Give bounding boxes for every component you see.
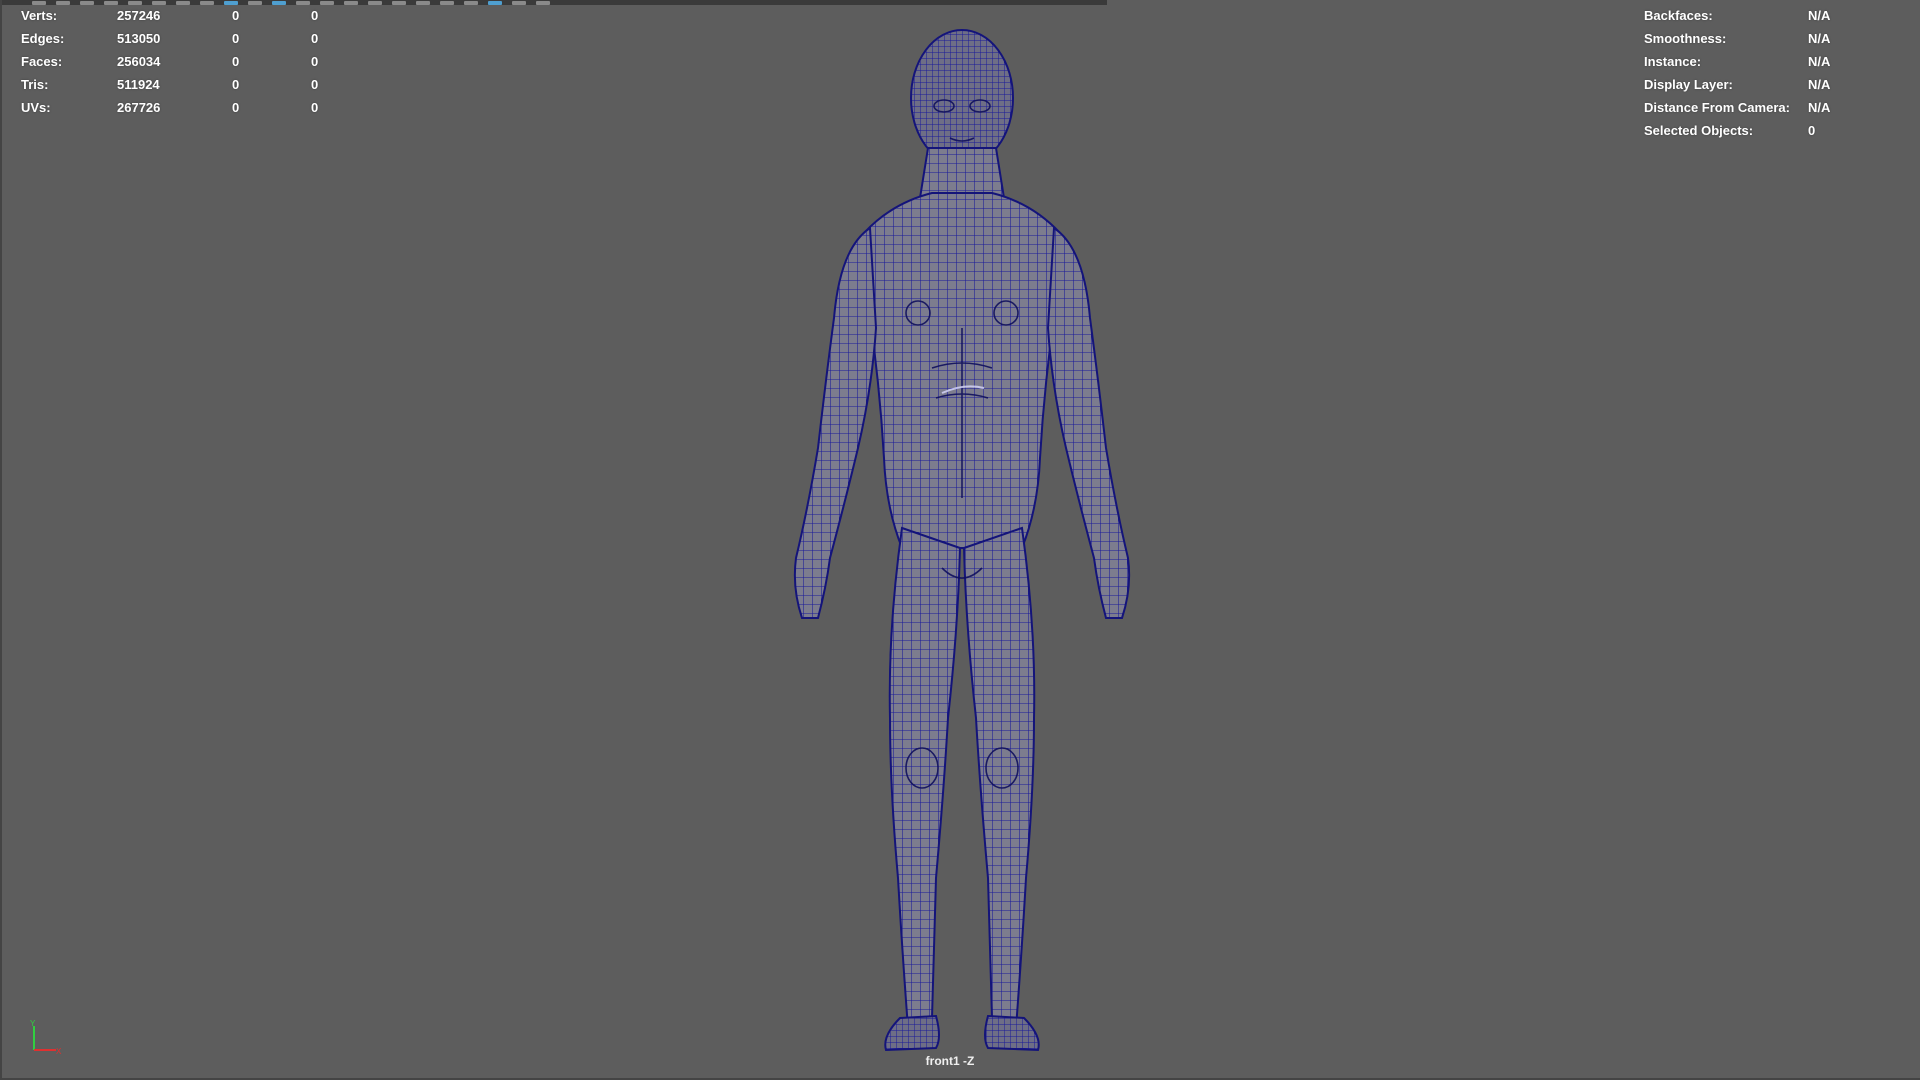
hud-stat-row: Tris: 511924 0 0 <box>21 73 341 96</box>
hud-stat-selected: 0 <box>232 8 240 23</box>
hud-stat-total: 511924 <box>117 77 160 92</box>
toolbar-button[interactable] <box>536 1 550 5</box>
axis-y-label: Y <box>30 1019 36 1028</box>
hud-detail-label: Backfaces: <box>1644 8 1713 23</box>
poly-count-hud: Verts: 257246 0 0 Edges: 513050 0 0 Faces: 256034… <box>21 4 341 119</box>
hud-stat-components: 0 <box>311 31 319 46</box>
hud-detail-row: Backfaces: N/A <box>1644 4 1914 27</box>
toolbar-button[interactable] <box>488 1 502 5</box>
hud-detail-row: Selected Objects: 0 <box>1644 119 1914 142</box>
hud-detail-label: Distance From Camera: <box>1644 100 1790 115</box>
hud-detail-value: N/A <box>1808 8 1831 23</box>
hud-detail-label: Smoothness: <box>1644 31 1727 46</box>
toolbar-button[interactable] <box>392 1 406 5</box>
viewport-panel[interactable]: Verts: 257246 0 0 Edges: 513050 0 0 Faces: 256034… <box>0 0 1920 1080</box>
hud-detail-value: N/A <box>1808 54 1831 69</box>
hud-detail-row: Distance From Camera: N/A <box>1644 96 1914 119</box>
axis-gizmo-icon: Y X <box>24 1018 64 1058</box>
hud-detail-value: 0 <box>1808 123 1816 138</box>
hud-detail-row: Smoothness: N/A <box>1644 27 1914 50</box>
toolbar-button[interactable] <box>368 1 382 5</box>
hud-stat-selected: 0 <box>232 54 240 69</box>
toolbar-button[interactable] <box>344 1 358 5</box>
hud-detail-value: N/A <box>1808 31 1831 46</box>
hud-stat-selected: 0 <box>232 31 240 46</box>
human-figure-model <box>793 29 1131 1052</box>
hud-stat-total: 257246 <box>117 8 161 23</box>
hud-stat-label: Faces: <box>21 54 63 69</box>
hud-stat-label: Edges: <box>21 31 65 46</box>
hud-stat-row: Verts: 257246 0 0 <box>21 4 341 27</box>
hud-detail-label: Display Layer: <box>1644 77 1733 92</box>
hud-stat-components: 0 <box>311 77 319 92</box>
hud-stat-selected: 0 <box>232 100 240 115</box>
camera-name-label: front1 -Z <box>925 1054 975 1068</box>
hud-detail-row: Instance: N/A <box>1644 50 1914 73</box>
toolbar-button[interactable] <box>440 1 454 5</box>
hud-detail-label: Instance: <box>1644 54 1702 69</box>
hud-stat-row: Edges: 513050 0 0 <box>21 27 341 50</box>
hud-detail-value: N/A <box>1808 100 1831 115</box>
hud-stat-row: UVs: 267726 0 0 <box>21 96 341 119</box>
hud-stat-selected: 0 <box>232 77 240 92</box>
hud-detail-value: N/A <box>1808 77 1831 92</box>
toolbar-button[interactable] <box>512 1 526 5</box>
hud-stat-components: 0 <box>311 8 319 23</box>
hud-stat-label: Verts: <box>21 8 58 23</box>
hud-stat-label: UVs: <box>21 100 51 115</box>
hud-stat-row: Faces: 256034 0 0 <box>21 50 341 73</box>
hud-stat-total: 513050 <box>117 31 161 46</box>
hud-detail-label: Selected Objects: <box>1644 123 1754 138</box>
hud-detail-row: Display Layer: N/A <box>1644 73 1914 96</box>
toolbar-button[interactable] <box>464 1 478 5</box>
hud-stat-components: 0 <box>311 100 319 115</box>
character-mesh-wireframe[interactable] <box>722 28 1202 1058</box>
hud-stat-label: Tris: <box>21 77 49 92</box>
hud-stat-total: 256034 <box>117 54 161 69</box>
toolbar-button[interactable] <box>416 1 430 5</box>
axis-x-label: X <box>56 1047 62 1056</box>
hud-stat-total: 267726 <box>117 100 161 115</box>
hud-stat-components: 0 <box>311 54 319 69</box>
object-details-hud: Backfaces: N/A Smoothness: N/A Instance: N/A D… <box>1644 4 1914 142</box>
